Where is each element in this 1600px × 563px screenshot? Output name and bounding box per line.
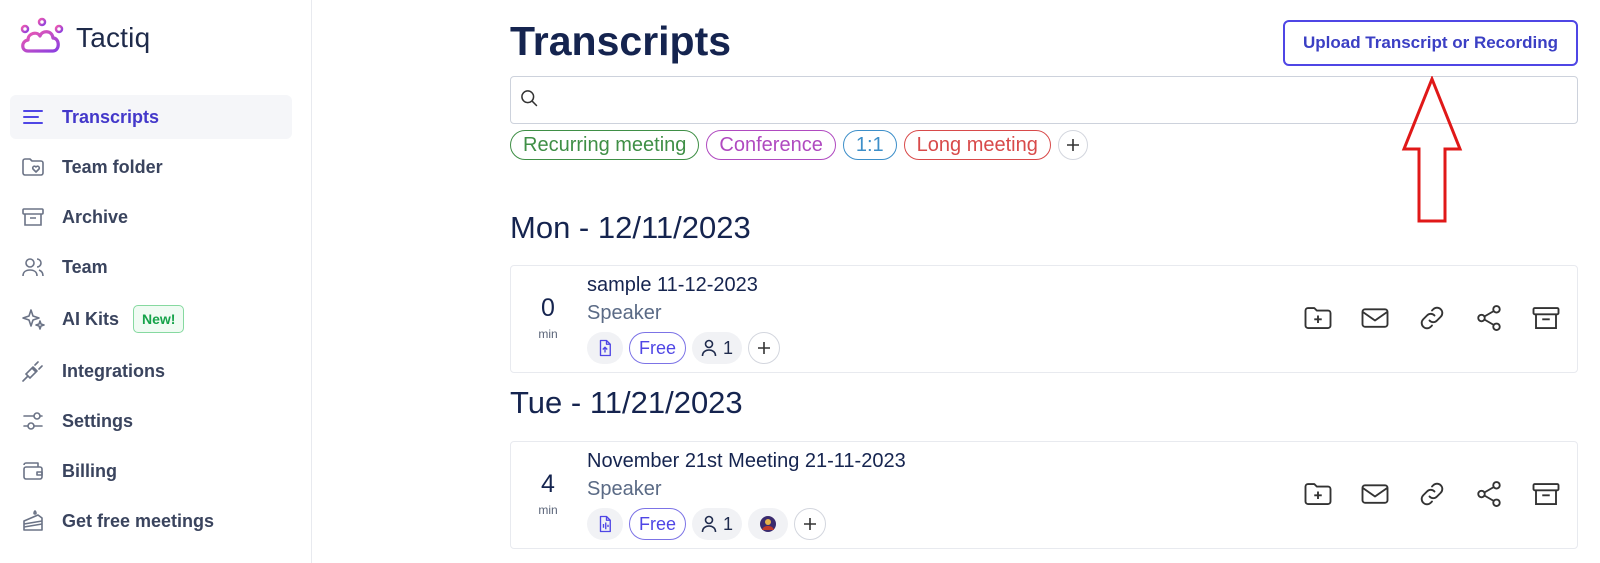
participants-count: 1 (723, 513, 734, 534)
archive-icon[interactable] (1530, 478, 1561, 509)
share-icon[interactable] (1473, 302, 1504, 333)
date-heading: Tue - 11/21/2023 (510, 385, 743, 420)
avatar-chip[interactable] (748, 508, 789, 540)
date-heading: Mon - 12/11/2023 (510, 210, 751, 245)
duration: 4 min (525, 470, 571, 517)
share-icon[interactable] (1473, 478, 1504, 509)
app-name: Tactiq (76, 22, 151, 53)
person-icon (701, 339, 717, 357)
card-actions (1302, 302, 1561, 333)
duration-unit: min (538, 327, 558, 341)
wallet-icon (20, 458, 46, 484)
person-icon (701, 515, 717, 533)
plan-badge[interactable]: Free (629, 332, 687, 364)
upload-file-chip[interactable] (587, 332, 623, 364)
users-icon (20, 254, 46, 280)
plus-icon (1066, 139, 1079, 151)
move-to-folder-icon[interactable] (1302, 478, 1333, 509)
sidebar-item-label: Transcripts (62, 106, 160, 127)
duration-unit: min (538, 503, 558, 517)
tag-long-meeting[interactable]: Long meeting (903, 130, 1051, 160)
duration: 0 min (525, 294, 571, 341)
sidebar-item-integrations[interactable]: Integrations (10, 349, 292, 393)
plus-icon (758, 342, 771, 354)
file-upload-icon (599, 339, 611, 357)
email-icon[interactable] (1359, 478, 1390, 509)
transcript-speaker: Speaker (587, 478, 662, 500)
folder-heart-icon (20, 154, 46, 180)
participants-chip[interactable]: 1 (692, 332, 743, 364)
sidebar-item-label: Settings (62, 410, 134, 431)
add-chip-button[interactable] (748, 332, 781, 364)
upload-button[interactable]: Upload Transcript or Recording (1283, 20, 1578, 66)
sidebar-item-team-folder[interactable]: Team folder (10, 145, 292, 189)
archive-icon (20, 204, 46, 230)
link-icon[interactable] (1416, 302, 1447, 333)
archive-icon[interactable] (1530, 302, 1561, 333)
participants-chip[interactable]: 1 (692, 508, 743, 540)
sidebar-item-label: Get free meetings (62, 510, 215, 531)
participants-count: 1 (723, 337, 734, 358)
avatar-icon (760, 516, 777, 532)
sidebar-item-settings[interactable]: Settings (10, 399, 292, 443)
plus-icon (804, 518, 817, 530)
sidebar-item-ai-kits[interactable]: AI Kits New! (10, 297, 292, 341)
transcript-card[interactable]: 4 min November 21st Meeting 21-11-2023 S… (510, 441, 1578, 549)
transcript-card[interactable]: 0 min sample 11-12-2023 Speaker Free 1 (510, 265, 1578, 373)
audio-file-icon (599, 515, 611, 533)
sidebar: Tactiq Transcripts Team folder Archive T… (0, 0, 312, 563)
sidebar-item-archive[interactable]: Archive (10, 195, 292, 239)
add-tag-button[interactable] (1057, 130, 1088, 160)
search-icon (519, 88, 539, 113)
new-badge: New! (133, 305, 185, 333)
move-to-folder-icon[interactable] (1302, 302, 1333, 333)
card-actions (1302, 478, 1561, 509)
cloud-logo-icon (20, 17, 64, 53)
sparkles-icon (20, 306, 46, 332)
tag-filter-row: Recurring meeting Conference 1:1 Long me… (510, 130, 1088, 160)
sidebar-item-label: Billing (62, 460, 117, 481)
sidebar-item-label: Archive (62, 206, 129, 227)
add-chip-button[interactable] (794, 508, 827, 540)
page-title: Transcripts (510, 18, 732, 64)
plan-badge[interactable]: Free (629, 508, 687, 540)
tag-one-on-one[interactable]: 1:1 (842, 130, 897, 160)
sidebar-item-label: AI Kits (62, 308, 120, 329)
sliders-icon (20, 408, 46, 434)
email-icon[interactable] (1359, 302, 1390, 333)
menu-lines-icon (20, 104, 46, 130)
transcript-chips: Free 1 (587, 332, 781, 364)
annotation-arrow (1401, 76, 1463, 223)
plug-icon (20, 358, 46, 384)
tag-conference[interactable]: Conference (706, 130, 836, 160)
duration-value: 0 (541, 294, 555, 322)
sidebar-item-billing[interactable]: Billing (10, 449, 292, 493)
sidebar-item-label: Team folder (62, 156, 163, 177)
transcript-title[interactable]: sample 11-12-2023 (587, 274, 758, 297)
link-icon[interactable] (1416, 478, 1447, 509)
duration-value: 4 (541, 470, 555, 498)
transcript-speaker: Speaker (587, 302, 662, 324)
sidebar-item-label: Integrations (62, 360, 166, 381)
sidebar-item-team[interactable]: Team (10, 245, 292, 289)
cake-icon (20, 508, 46, 534)
tag-recurring-meeting[interactable]: Recurring meeting (510, 130, 700, 160)
audio-file-chip[interactable] (587, 508, 623, 540)
sidebar-item-transcripts[interactable]: Transcripts (10, 95, 292, 139)
sidebar-item-label: Team (62, 256, 108, 277)
logo[interactable]: Tactiq (18, 16, 150, 60)
transcript-title[interactable]: November 21st Meeting 21-11-2023 (587, 450, 906, 473)
transcript-chips: Free 1 (587, 508, 827, 540)
sidebar-item-get-free-meetings[interactable]: Get free meetings (10, 499, 292, 543)
